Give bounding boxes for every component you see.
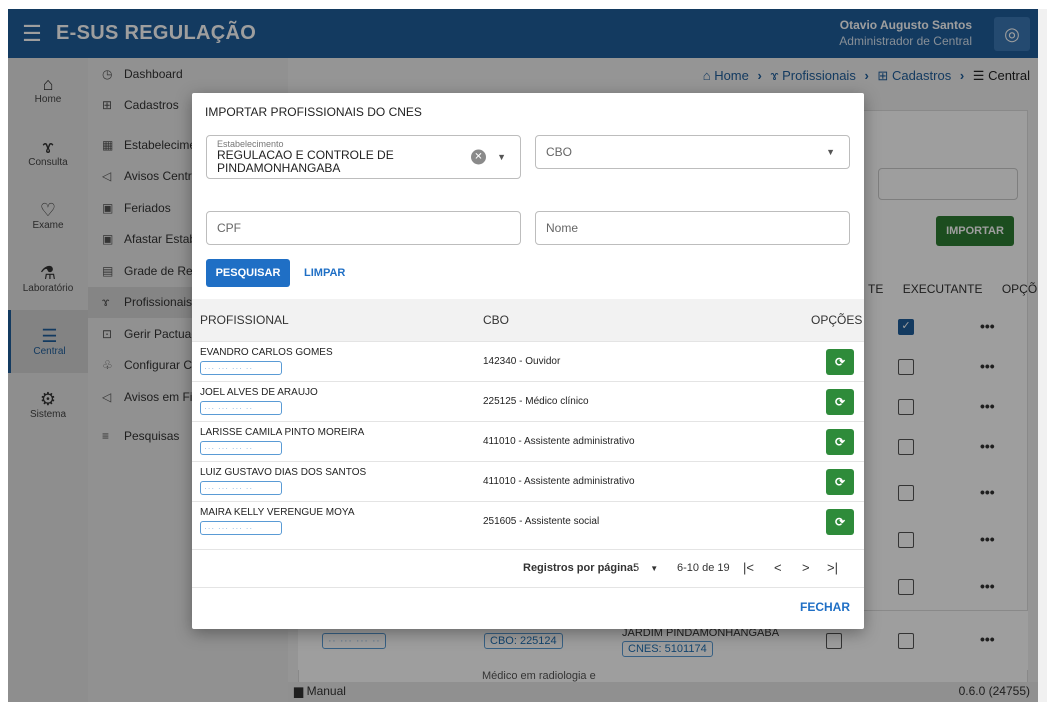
professional-cbo: 142340 - Ouvidor [483,356,561,367]
limpar-button[interactable]: LIMPAR [304,259,345,287]
professional-name: JOEL ALVES DE ARAUJO [200,387,318,398]
professional-name: LUIZ GUSTAVO DIAS DOS SANTOS [200,467,367,478]
cpf-pill: ··· ··· ··· ·· [200,481,282,495]
professional-name: MAIRA KELLY VERENGUE MOYA [200,507,355,518]
nome-placeholder: Nome [546,221,579,235]
rows-per-page-value: 5 [633,562,640,574]
sync-icon: ⟳ [834,355,846,369]
dialog-title: IMPORTAR PROFISSIONAIS DO CNES [205,105,422,119]
sync-icon: ⟳ [834,395,846,409]
table-row: JOEL ALVES DE ARAUJO ··· ··· ··· ·· 2251… [192,381,864,421]
cbo-select[interactable]: CBO ▼ [535,135,850,169]
cpf-pill: ··· ··· ··· ·· [200,441,282,455]
chevron-down-icon[interactable]: ▼ [826,147,835,157]
import-professionals-dialog: IMPORTAR PROFISSIONAIS DO CNES Estabelec… [192,93,864,629]
page-range: 6-10 de 19 [677,562,730,574]
cpf-pill: ··· ··· ··· ·· [200,361,282,375]
professional-cbo: 411010 - Assistente administrativo [483,436,635,447]
rows-per-page-label: Registros por página: [523,562,637,574]
pagination: Registros por página: 5 ▼ 6-10 de 19 |< … [192,549,864,587]
app-window: ☰ E-SUS REGULAÇÃO Otavio Augusto Santos … [8,9,1038,702]
sync-icon: ⟳ [834,515,846,529]
caret-down-icon: ▼ [650,564,659,573]
import-sync-button[interactable]: ⟳ [826,349,854,375]
fechar-button[interactable]: FECHAR [800,600,850,614]
last-page-icon[interactable]: >| [827,560,838,575]
import-sync-button[interactable]: ⟳ [826,469,854,495]
cpf-input[interactable]: CPF [206,211,521,245]
estabelecimento-select[interactable]: Estabelecimento REGULACAO E CONTROLE DE … [206,135,521,179]
professional-cbo: 411010 - Assistente administrativo [483,476,635,487]
import-sync-button[interactable]: ⟳ [826,429,854,455]
professional-cbo: 251605 - Assistente social [483,516,600,527]
import-sync-button[interactable]: ⟳ [826,389,854,415]
dialog-footer: FECHAR [192,587,864,629]
professional-name: LARISSE CAMILA PINTO MOREIRA [200,427,365,438]
nome-input[interactable]: Nome [535,211,850,245]
sync-icon: ⟳ [834,435,846,449]
col-profissional: PROFISSIONAL [200,313,289,327]
professional-cbo: 225125 - Médico clínico [483,396,589,407]
cpf-placeholder: CPF [217,221,241,235]
chevron-down-icon[interactable]: ▼ [497,152,506,162]
col-opcoes: OPÇÕES [811,313,863,327]
next-page-icon[interactable]: > [802,560,810,575]
estabelecimento-value: REGULACAO E CONTROLE DE PINDAMONHANGABA [217,148,394,175]
page-scrollbar[interactable] [1038,9,1047,702]
previous-page-icon[interactable]: < [774,560,782,575]
first-page-icon[interactable]: |< [743,560,754,575]
cpf-pill: ··· ··· ··· ·· [200,521,282,535]
table-row: LUIZ GUSTAVO DIAS DOS SANTOS ··· ··· ···… [192,461,864,501]
professional-name: EVANDRO CARLOS GOMES [200,347,333,358]
clear-icon[interactable]: ✕ [471,149,486,165]
table-row: LARISSE CAMILA PINTO MOREIRA ··· ··· ···… [192,421,864,461]
results-table-header: PROFISSIONAL CBO OPÇÕES [192,299,864,341]
cbo-placeholder: CBO [546,145,573,159]
sync-icon: ⟳ [834,475,846,489]
pesquisar-button[interactable]: PESQUISAR [206,259,290,287]
col-cbo: CBO [483,313,510,327]
table-row: EVANDRO CARLOS GOMES ··· ··· ··· ·· 1423… [192,341,864,381]
rows-per-page-select[interactable]: 5 ▼ [633,562,658,574]
import-sync-button[interactable]: ⟳ [826,509,854,535]
cpf-pill: ··· ··· ··· ·· [200,401,282,415]
table-row: MAIRA KELLY VERENGUE MOYA ··· ··· ··· ··… [192,501,864,541]
